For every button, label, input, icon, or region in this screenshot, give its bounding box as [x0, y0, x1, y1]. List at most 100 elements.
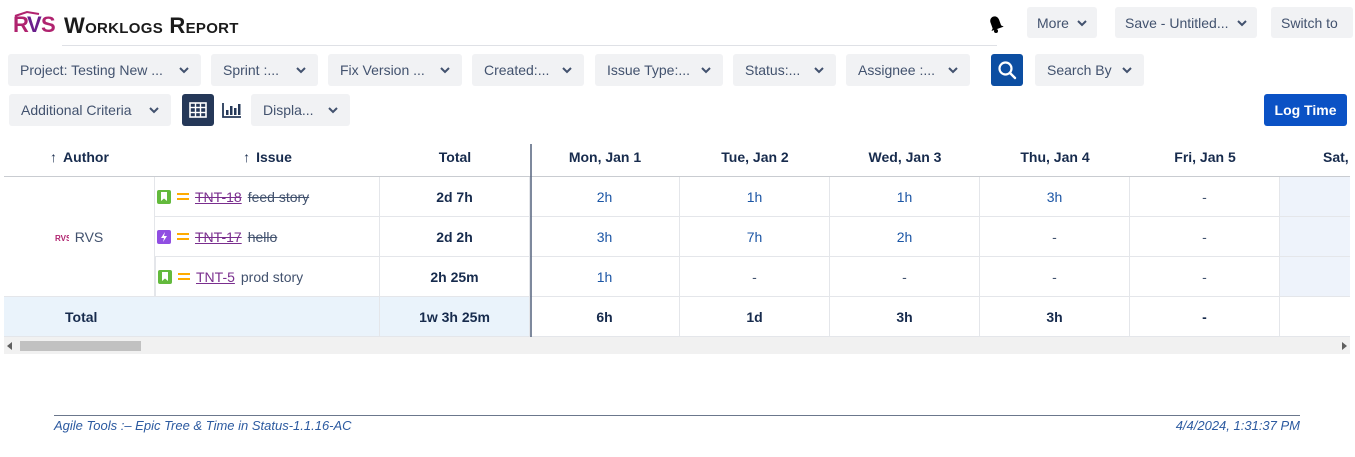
- priority-medium-icon: [178, 272, 190, 280]
- day-value[interactable]: 2h: [530, 177, 680, 217]
- story-icon: [158, 269, 172, 284]
- header: R V S Worklogs Report More Save - Untitl…: [0, 0, 1355, 46]
- grand-total: 1w 3h 25m: [380, 297, 530, 337]
- chart-view-button[interactable]: [216, 94, 248, 126]
- day-value: -: [980, 257, 1130, 297]
- row-total: 2h 25m: [380, 257, 530, 297]
- bell-icon[interactable]: [985, 12, 1007, 34]
- chevron-down-icon: [1077, 19, 1087, 26]
- day-column-header[interactable]: Fri, Jan 5: [1130, 137, 1280, 177]
- svg-text:V: V: [27, 12, 42, 37]
- save-label: Save - Untitled...: [1125, 14, 1229, 31]
- issue-summary: hello: [247, 228, 278, 245]
- day-column-header[interactable]: Wed, Jan 3: [830, 137, 980, 177]
- chevron-down-icon: [701, 67, 711, 74]
- day-total: 3h: [980, 297, 1130, 337]
- day-value: -: [1130, 217, 1280, 257]
- issue-type-filter-label: Issue Type:...: [607, 62, 691, 78]
- day-column-header[interactable]: Mon, Jan 1: [530, 137, 680, 177]
- save-button[interactable]: Save - Untitled...: [1115, 7, 1257, 38]
- log-time-button[interactable]: Log Time: [1264, 94, 1347, 126]
- day-value[interactable]: 3h: [530, 217, 680, 257]
- day-value[interactable]: 3h: [980, 177, 1130, 217]
- project-filter-label: Project: Testing New ...: [20, 62, 163, 78]
- search-icon: [998, 61, 1017, 80]
- fix-version-filter[interactable]: Fix Version ...: [328, 54, 462, 86]
- search-button[interactable]: [991, 54, 1023, 86]
- epic-icon: [157, 229, 171, 244]
- totals-row: Total 1w 3h 25m 6h 1d 3h 3h -: [4, 297, 1350, 337]
- day-total: [1280, 297, 1350, 337]
- scroll-left-arrow-icon[interactable]: [7, 342, 13, 350]
- priority-medium-icon: [177, 192, 189, 200]
- search-by-button[interactable]: Search By: [1035, 54, 1144, 86]
- display-button[interactable]: Displa...: [251, 94, 350, 126]
- table-row: TNT-17 hello 2d 2h 3h 7h 2h - -: [4, 217, 1350, 257]
- total-column-header[interactable]: Total: [380, 137, 530, 177]
- sort-up-icon: ↑: [243, 148, 251, 165]
- chevron-down-icon: [562, 67, 572, 74]
- row-total: 2d 2h: [380, 217, 530, 257]
- day-total: 1d: [680, 297, 830, 337]
- day-column-header[interactable]: Thu, Jan 4: [980, 137, 1130, 177]
- additional-criteria-label: Additional Criteria: [21, 102, 132, 118]
- scroll-right-arrow-icon[interactable]: [1341, 342, 1347, 350]
- day-column-header[interactable]: Tue, Jan 2: [680, 137, 830, 177]
- fix-version-filter-label: Fix Version ...: [340, 62, 425, 78]
- author-header-label: Author: [63, 148, 109, 165]
- chevron-down-icon: [1122, 67, 1132, 74]
- grid-view-button[interactable]: [182, 94, 214, 126]
- day-value[interactable]: 1h: [830, 177, 980, 217]
- footer-timestamp: 4/4/2024, 1:31:37 PM: [1175, 418, 1300, 433]
- chevron-down-icon: [440, 67, 450, 74]
- issue-summary: prod story: [240, 268, 304, 285]
- priority-medium-icon: [177, 232, 189, 240]
- row-total: 2d 7h: [380, 177, 530, 217]
- table-row: TNT-5 prod story 2h 25m 1h - - - -: [4, 257, 1350, 297]
- issue-key-link[interactable]: TNT-18: [195, 189, 242, 205]
- created-filter-label: Created:...: [484, 62, 550, 78]
- table-row: TNT-18 feed story 2d 7h 2h 1h 1h 3h -: [4, 177, 1350, 217]
- more-button[interactable]: More: [1027, 7, 1097, 38]
- issue-column-header[interactable]: ↑ Issue: [155, 137, 380, 177]
- switch-label: Switch to: [1281, 14, 1338, 31]
- footer-version: Agile Tools :– Epic Tree & Time in Statu…: [54, 418, 352, 433]
- more-label: More: [1037, 14, 1069, 31]
- issue-cell: TNT-17 hello: [155, 217, 380, 257]
- issue-header-label: Issue: [256, 148, 292, 165]
- horizontal-scrollbar[interactable]: [4, 337, 1350, 354]
- issue-type-filter[interactable]: Issue Type:...: [595, 54, 723, 86]
- display-label: Displa...: [263, 102, 314, 118]
- day-value[interactable]: 7h: [680, 217, 830, 257]
- assignee-filter[interactable]: Assignee :...: [846, 54, 970, 86]
- switch-to-button[interactable]: Switch to: [1271, 7, 1353, 38]
- day-total: 6h: [530, 297, 680, 337]
- day-total: 3h: [830, 297, 980, 337]
- search-by-label: Search By: [1047, 62, 1112, 78]
- project-filter[interactable]: Project: Testing New ...: [8, 54, 201, 86]
- day-value: [1280, 177, 1350, 217]
- day-total: -: [1130, 297, 1280, 337]
- day-value: [1280, 217, 1350, 257]
- chevron-down-icon: [149, 107, 159, 114]
- issue-key-link[interactable]: TNT-5: [196, 269, 235, 285]
- table-grid-icon: [189, 102, 207, 118]
- story-icon: [157, 189, 171, 204]
- day-value[interactable]: 2h: [830, 217, 980, 257]
- day-value[interactable]: 1h: [680, 177, 830, 217]
- status-filter[interactable]: Status:...: [733, 54, 836, 86]
- chevron-down-icon: [1236, 19, 1247, 26]
- issue-cell: TNT-18 feed story: [155, 177, 380, 217]
- issue-key-link[interactable]: TNT-17: [195, 229, 242, 245]
- totals-label: Total: [4, 297, 380, 337]
- additional-criteria-button[interactable]: Additional Criteria: [9, 94, 171, 126]
- day-column-header[interactable]: Sat,: [1280, 137, 1350, 177]
- author-column-header[interactable]: ↑ Author: [4, 137, 155, 177]
- bar-chart-icon: [222, 103, 241, 118]
- sprint-filter-label: Sprint :...: [223, 62, 280, 78]
- day-value: -: [1130, 257, 1280, 297]
- day-value[interactable]: 1h: [530, 257, 680, 297]
- scrollbar-thumb[interactable]: [20, 341, 141, 351]
- sprint-filter[interactable]: Sprint :...: [211, 54, 318, 86]
- created-filter[interactable]: Created:...: [472, 54, 584, 86]
